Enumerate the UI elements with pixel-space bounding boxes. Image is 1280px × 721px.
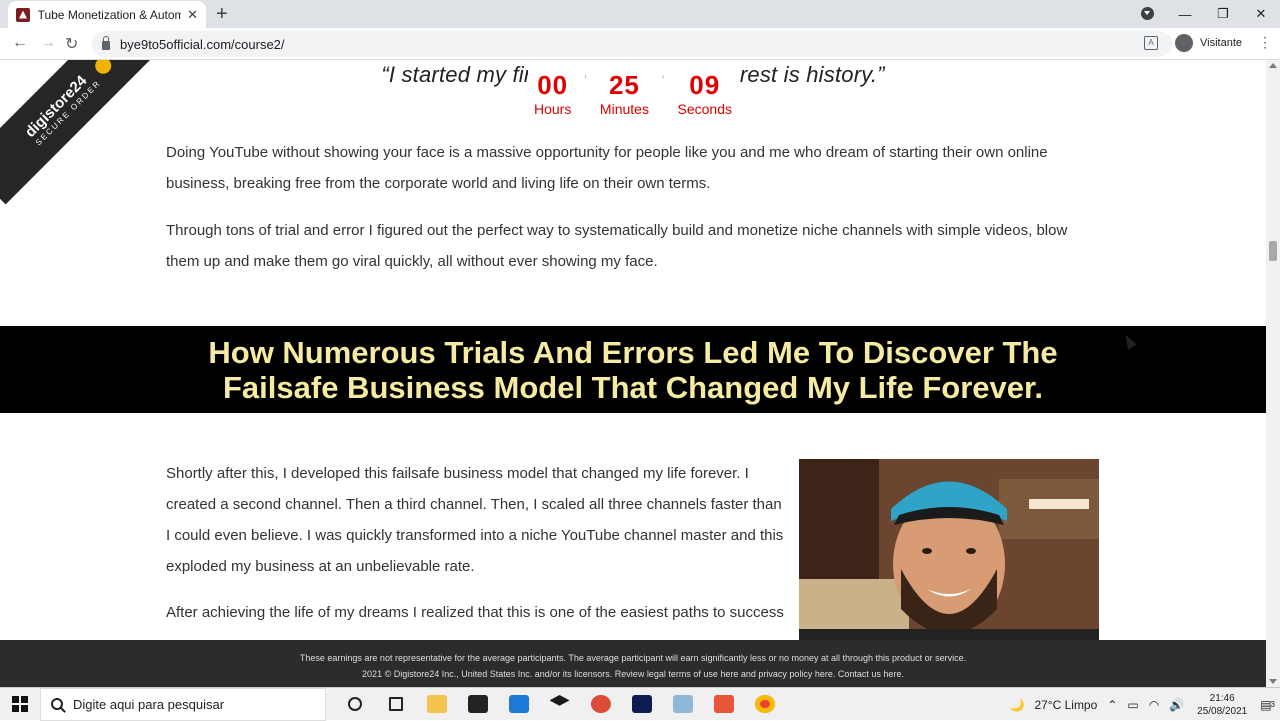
minutes-label: Minutes — [600, 101, 649, 117]
video-thumbnail[interactable] — [799, 459, 1099, 640]
separator: ' — [662, 72, 665, 122]
scroll-thumb[interactable] — [1269, 241, 1277, 261]
cortana-icon[interactable] — [334, 688, 375, 721]
tab-close-icon[interactable]: ✕ — [187, 7, 198, 23]
hours-label: Hours — [534, 101, 571, 117]
tab-title: Tube Monetization & Automatio — [38, 8, 182, 22]
taskbar-search[interactable]: Digite aqui para pesquisar — [40, 688, 326, 721]
time: 21:46 — [1197, 692, 1247, 705]
site-favicon-icon — [16, 8, 30, 22]
profile-label[interactable]: Visitante — [1200, 37, 1242, 49]
app-icon[interactable] — [662, 688, 703, 721]
address-bar[interactable]: bye9to5official.com/course2/ — [92, 31, 1172, 57]
browser-tab-bar: Tube Monetization & Automatio ✕ + — ❐ ✕ — [0, 0, 1280, 28]
separator: ' — [584, 72, 587, 122]
battery-icon[interactable]: ▭ — [1127, 698, 1138, 712]
countdown-minutes: 25 Minutes — [600, 60, 649, 122]
menu-icon[interactable]: ⋮ — [1258, 34, 1272, 51]
file-explorer-icon[interactable] — [416, 688, 457, 721]
network-icon[interactable]: ◠ — [1149, 698, 1159, 712]
weather-text[interactable]: 27°C Limpo — [1034, 698, 1097, 712]
dropbox-icon[interactable] — [539, 688, 580, 721]
body-paragraph: Doing YouTube without showing your face … — [166, 137, 1096, 199]
browser-tab[interactable]: Tube Monetization & Automatio ✕ — [8, 1, 206, 28]
taskbar-apps — [334, 688, 785, 721]
translate-icon[interactable]: A — [1144, 36, 1158, 50]
date: 25/08/2021 — [1197, 705, 1247, 718]
minimize-icon[interactable]: — — [1166, 7, 1204, 22]
countdown-seconds: 09 Seconds — [678, 60, 732, 122]
task-view-icon[interactable] — [375, 688, 416, 721]
clock[interactable]: 21:46 25/08/2021 — [1197, 692, 1247, 718]
forward-icon[interactable]: → — [40, 34, 56, 52]
section-banner: How Numerous Trials And Errors Led Me To… — [0, 326, 1266, 413]
back-icon[interactable]: ← — [12, 34, 28, 52]
chrome-icon[interactable] — [744, 688, 785, 721]
window-controls: — ❐ ✕ — [1166, 0, 1280, 28]
hours-value: 00 — [534, 72, 571, 98]
search-icon — [51, 698, 63, 710]
video-frame — [799, 459, 1099, 640]
url-text[interactable]: bye9to5official.com/course2/ — [120, 37, 285, 52]
weather-icon[interactable]: 🌙 — [1010, 698, 1025, 712]
volume-icon[interactable]: 🔊 — [1169, 698, 1184, 712]
lock-badge-icon — [92, 60, 115, 77]
photoshop-icon[interactable] — [621, 688, 662, 721]
system-tray: 🌙 27°C Limpo ⌃ ▭ ◠ 🔊 21:46 25/08/2021 ▤ … — [1005, 688, 1280, 721]
page-viewport: “I started my first YouTub y, and the re… — [0, 60, 1266, 640]
footer-line-2[interactable]: 2021 © Digistore24 Inc., United States I… — [0, 666, 1266, 682]
new-tab-icon[interactable]: + — [216, 3, 228, 26]
footer-disclaimer: These earnings are not representative fo… — [0, 640, 1266, 687]
body-paragraph: Through tons of trial and error I figure… — [166, 215, 1096, 277]
minutes-value: 25 — [600, 72, 649, 98]
profile-avatar-icon[interactable] — [1175, 34, 1193, 52]
browser-toolbar: ← → ↻ bye9to5official.com/course2/ A Vis… — [0, 28, 1280, 60]
footer-line-1: These earnings are not representative fo… — [0, 650, 1266, 666]
chevron-up-icon[interactable]: ⌃ — [1107, 698, 1117, 712]
scroll-up-icon[interactable] — [1269, 63, 1277, 68]
countdown-timer: 00 Hours ' 25 Minutes ' 09 Seconds — [528, 60, 738, 122]
scroll-down-icon[interactable] — [1269, 679, 1277, 684]
canva-icon[interactable] — [703, 688, 744, 721]
chrome-profile-icon[interactable] — [580, 688, 621, 721]
tab-search-icon[interactable] — [1141, 7, 1154, 20]
windows-taskbar: Digite aqui para pesquisar 🌙 27°C Limpo … — [0, 687, 1280, 720]
reload-icon[interactable]: ↻ — [65, 34, 78, 54]
notification-count: 3 — [1271, 700, 1275, 709]
seconds-value: 09 — [678, 72, 732, 98]
mail-icon[interactable] — [498, 688, 539, 721]
restore-icon[interactable]: ❐ — [1204, 6, 1242, 22]
notion-icon[interactable] — [457, 688, 498, 721]
countdown-hours: 00 Hours — [534, 60, 571, 122]
body-paragraph: Shortly after this, I developed this fai… — [166, 458, 786, 582]
lock-icon[interactable] — [102, 41, 110, 50]
body-paragraph: After achieving the life of my dreams I … — [166, 597, 786, 628]
search-placeholder[interactable]: Digite aqui para pesquisar — [73, 697, 224, 712]
windows-logo-icon — [12, 696, 28, 712]
seconds-label: Seconds — [678, 101, 732, 117]
start-button[interactable] — [0, 688, 40, 721]
close-window-icon[interactable]: ✕ — [1242, 6, 1280, 22]
banner-heading: How Numerous Trials And Errors Led Me To… — [183, 335, 1083, 405]
vertical-scrollbar[interactable] — [1266, 60, 1280, 687]
